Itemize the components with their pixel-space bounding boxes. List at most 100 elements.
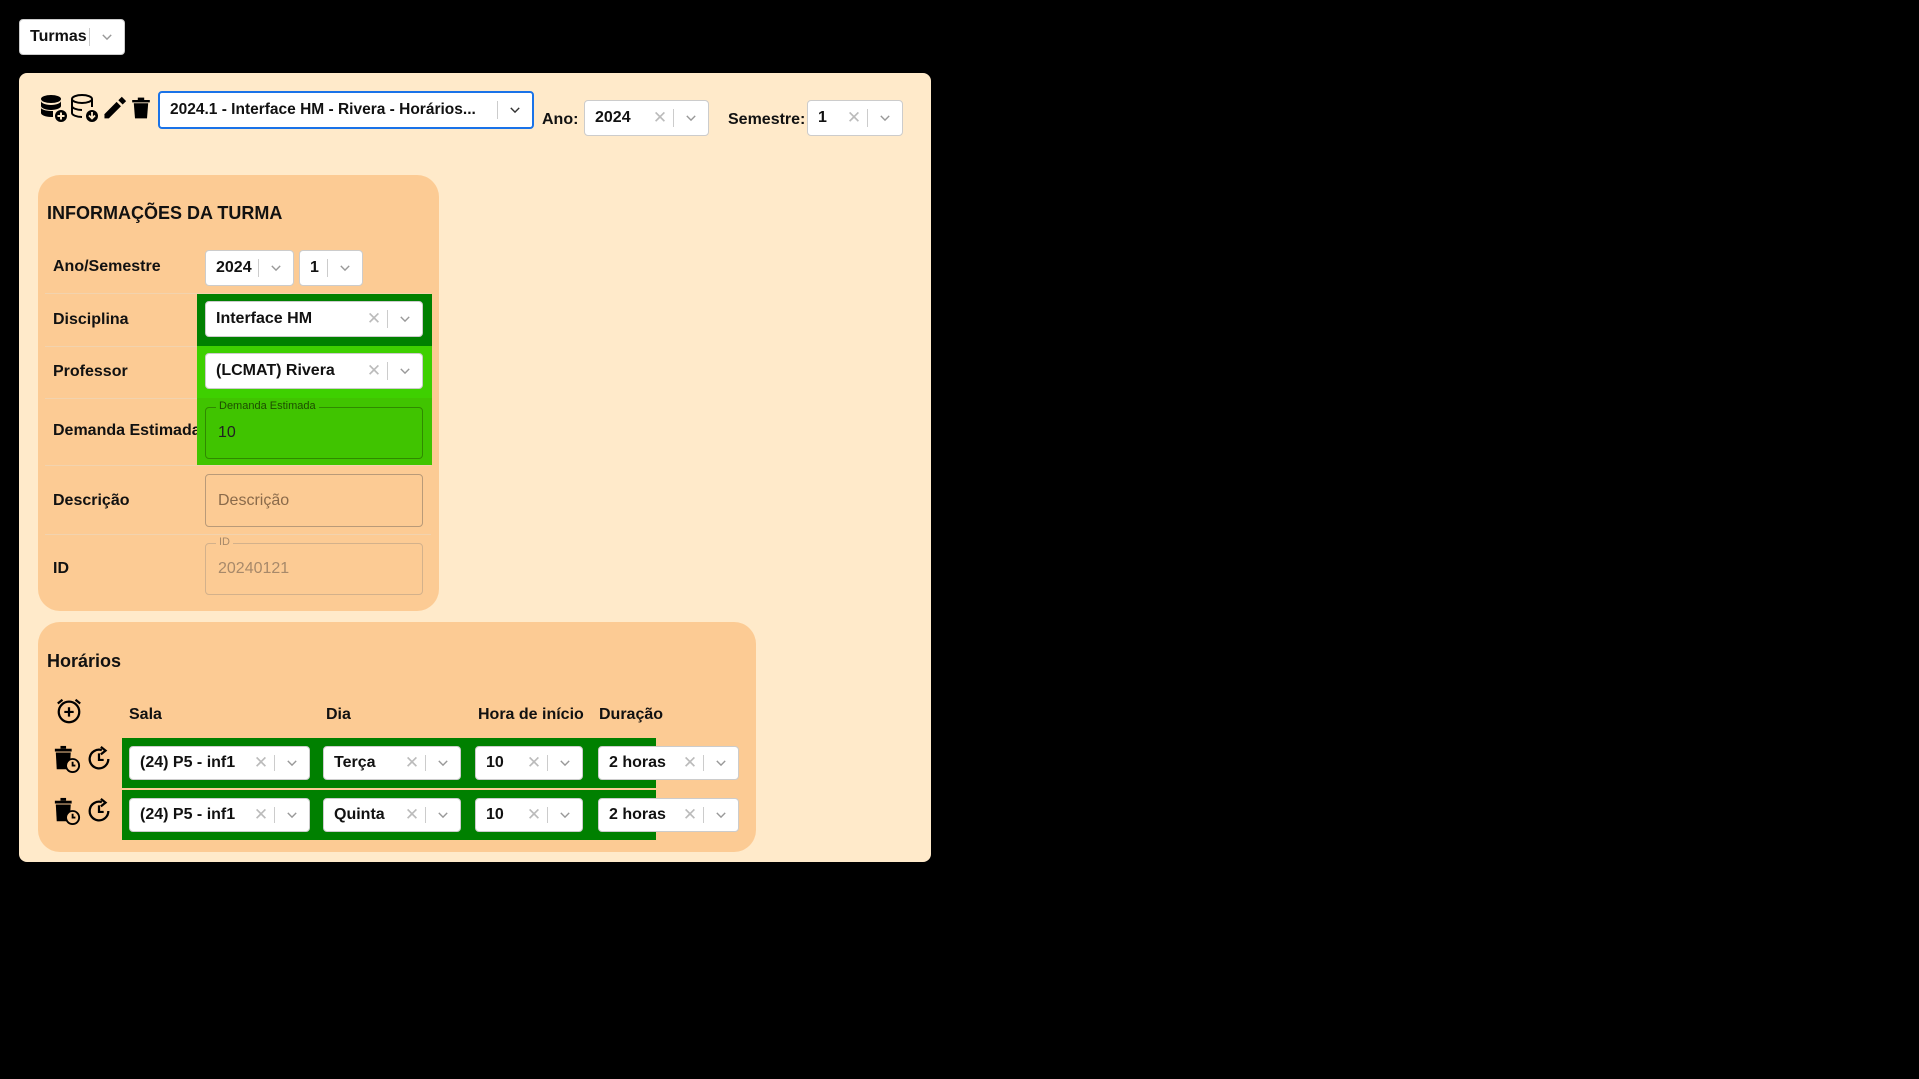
- dia-select[interactable]: Quinta ✕: [323, 798, 461, 832]
- sala-select[interactable]: (24) P5 - inf1 ✕: [129, 746, 310, 780]
- descricao-placeholder: Descrição: [218, 491, 290, 509]
- duracao-value: 2 horas: [609, 806, 666, 823]
- ano-select[interactable]: 2024: [205, 250, 294, 286]
- refresh-schedule-icon[interactable]: [85, 744, 113, 779]
- chevron-down-icon[interactable]: [90, 30, 124, 44]
- hora-select[interactable]: 10 ✕: [475, 746, 583, 780]
- trash-icon[interactable]: [129, 91, 153, 125]
- ano-select-value: 2024: [216, 259, 252, 276]
- disciplina-select[interactable]: Interface HM ✕: [205, 301, 423, 337]
- refresh-schedule-icon[interactable]: [85, 796, 113, 831]
- semestre-select-value: 1: [310, 259, 319, 276]
- chevron-down-icon[interactable]: [498, 103, 532, 117]
- disciplina-row: Disciplina Interface HM ✕: [45, 294, 432, 347]
- chevron-down-icon[interactable]: [674, 111, 708, 125]
- edit-pencil-icon[interactable]: [101, 91, 127, 125]
- turma-select[interactable]: 2024.1 - Interface HM - Rivera - Horário…: [158, 91, 534, 129]
- col-dia: Dia: [326, 706, 351, 723]
- database-download-icon[interactable]: [70, 91, 100, 125]
- clear-icon[interactable]: ✕: [647, 108, 673, 128]
- page-selector-value: Turmas: [30, 28, 87, 45]
- descricao-label: Descrição: [53, 492, 130, 509]
- professor-row: Professor (LCMAT) Rivera ✕: [45, 346, 432, 399]
- demanda-label: Demanda Estimada: [53, 422, 201, 439]
- professor-select[interactable]: (LCMAT) Rivera ✕: [205, 353, 423, 389]
- dia-select[interactable]: Terça ✕: [323, 746, 461, 780]
- horarios-section: Horários Sala Dia Hora de início Duração…: [38, 622, 756, 852]
- add-horario-icon[interactable]: [55, 697, 83, 730]
- turma-select-value: 2024.1 - Interface HM - Rivera - Horário…: [170, 101, 476, 118]
- chevron-down-icon[interactable]: [388, 312, 422, 326]
- section-title: Horários: [47, 651, 122, 671]
- database-add-icon[interactable]: [39, 91, 69, 125]
- hora-value: 10: [486, 806, 504, 823]
- chevron-down-icon[interactable]: [275, 756, 309, 770]
- demanda-value: 10: [218, 424, 236, 441]
- row-actions: [53, 744, 113, 779]
- id-input: ID 20240121: [205, 536, 423, 595]
- ano-label: Ano:: [542, 111, 579, 128]
- col-duracao: Duração: [599, 706, 664, 723]
- chevron-down-icon[interactable]: [868, 111, 902, 125]
- sala-value: (24) P5 - inf1: [140, 754, 236, 771]
- semestre-label: Semestre:: [728, 111, 806, 128]
- semestre-filter-select[interactable]: 1 ✕: [807, 100, 903, 136]
- demanda-input[interactable]: Demanda Estimada 10: [205, 400, 423, 459]
- duracao-select[interactable]: 2 horas ✕: [598, 798, 739, 832]
- chevron-down-icon[interactable]: [426, 756, 460, 770]
- clear-icon[interactable]: ✕: [361, 309, 387, 329]
- col-sala: Sala: [129, 706, 162, 723]
- page-selector[interactable]: Turmas: [19, 19, 125, 55]
- ano-filter-select[interactable]: 2024 ✕: [584, 100, 709, 136]
- sala-value: (24) P5 - inf1: [140, 806, 236, 823]
- id-value: 20240121: [218, 560, 290, 577]
- hora-select[interactable]: 10 ✕: [475, 798, 583, 832]
- section-title: INFORMAÇÕES DA TURMA: [47, 203, 283, 223]
- chevron-down-icon[interactable]: [548, 756, 582, 770]
- sala-select[interactable]: (24) P5 - inf1 ✕: [129, 798, 310, 832]
- dia-value: Quinta: [334, 806, 385, 823]
- hora-value: 10: [486, 754, 504, 771]
- demanda-legend: Demanda Estimada: [216, 400, 319, 412]
- turma-info-section: INFORMAÇÕES DA TURMA Ano/Semestre 2024 1…: [38, 175, 439, 611]
- duracao-select[interactable]: 2 horas ✕: [598, 746, 739, 780]
- clear-icon[interactable]: ✕: [841, 108, 867, 128]
- id-label: ID: [53, 560, 69, 577]
- chevron-down-icon[interactable]: [275, 808, 309, 822]
- row-actions: [53, 796, 113, 831]
- main-panel: 2024.1 - Interface HM - Rivera - Horário…: [19, 73, 931, 862]
- clear-icon[interactable]: ✕: [248, 805, 274, 825]
- disciplina-label: Disciplina: [53, 311, 129, 328]
- clear-icon[interactable]: ✕: [521, 805, 547, 825]
- disciplina-value: Interface HM: [216, 310, 313, 327]
- ano-filter-value: 2024: [595, 109, 631, 126]
- semestre-select[interactable]: 1: [299, 250, 363, 286]
- chevron-down-icon[interactable]: [704, 756, 738, 770]
- chevron-down-icon[interactable]: [259, 261, 293, 275]
- clear-icon[interactable]: ✕: [361, 361, 387, 381]
- ano-semestre-row: Ano/Semestre 2024 1: [45, 243, 431, 294]
- duracao-value: 2 horas: [609, 754, 666, 771]
- chevron-down-icon[interactable]: [548, 808, 582, 822]
- descricao-input[interactable]: Descrição: [205, 474, 423, 527]
- professor-value: (LCMAT) Rivera: [216, 362, 335, 379]
- delete-schedule-icon[interactable]: [53, 796, 81, 831]
- clear-icon[interactable]: ✕: [399, 753, 425, 773]
- chevron-down-icon[interactable]: [388, 364, 422, 378]
- chevron-down-icon[interactable]: [426, 808, 460, 822]
- id-legend: ID: [216, 536, 233, 548]
- clear-icon[interactable]: ✕: [677, 753, 703, 773]
- demanda-row: Demanda Estimada Demanda Estimada 10: [45, 398, 432, 466]
- semestre-filter-value: 1: [818, 109, 827, 126]
- clear-icon[interactable]: ✕: [248, 753, 274, 773]
- ano-semestre-label: Ano/Semestre: [53, 258, 161, 275]
- clear-icon[interactable]: ✕: [399, 805, 425, 825]
- chevron-down-icon[interactable]: [328, 261, 362, 275]
- horario-row: (24) P5 - inf1 ✕ Quinta ✕ 10 ✕ 2 horas ✕: [38, 790, 756, 840]
- delete-schedule-icon[interactable]: [53, 744, 81, 779]
- clear-icon[interactable]: ✕: [521, 753, 547, 773]
- horario-row: (24) P5 - inf1 ✕ Terça ✕ 10 ✕ 2 horas ✕: [38, 738, 756, 788]
- chevron-down-icon[interactable]: [704, 808, 738, 822]
- clear-icon[interactable]: ✕: [677, 805, 703, 825]
- col-hora: Hora de início: [478, 706, 584, 723]
